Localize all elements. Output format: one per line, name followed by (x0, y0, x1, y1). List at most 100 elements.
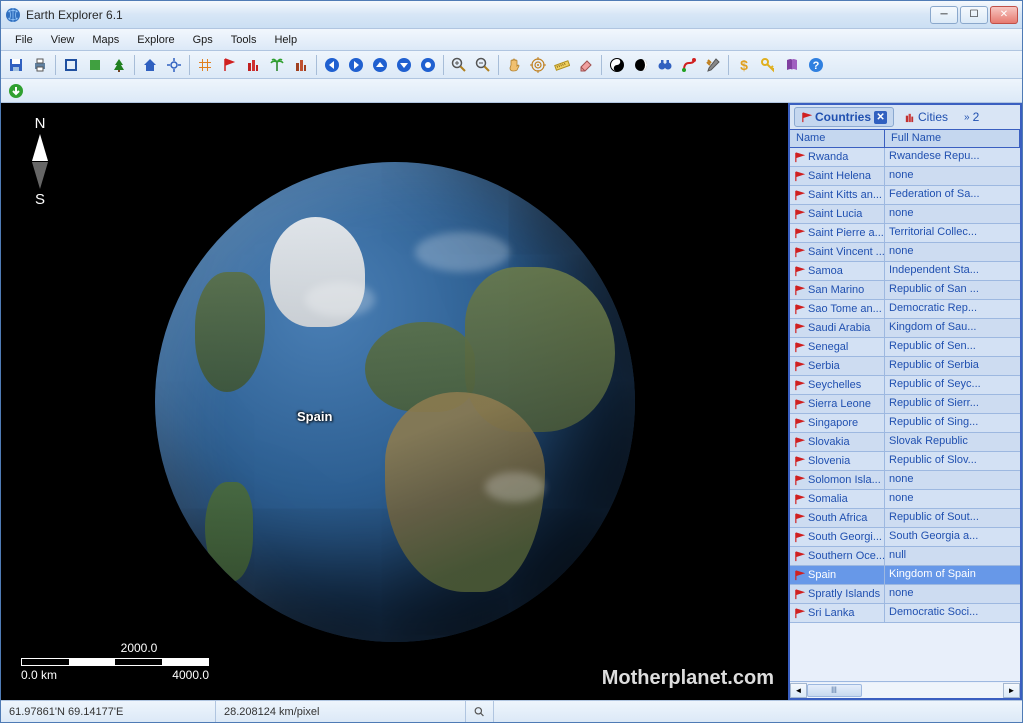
country-fullname-cell: Republic of Sierr... (885, 395, 1020, 413)
scroll-left-button[interactable]: ◄ (790, 683, 807, 698)
scroll-right-button[interactable]: ► (1003, 683, 1020, 698)
download-icon[interactable] (5, 80, 27, 102)
tree-icon[interactable] (108, 54, 130, 76)
country-name-cell: Saudi Arabia (790, 319, 885, 337)
map-viewport[interactable]: Spain N S 2000.0 0.0 km 4000.0 Motherpla… (1, 103, 788, 700)
country-name-cell: Slovakia (790, 433, 885, 451)
book-icon[interactable] (781, 54, 803, 76)
horizontal-scrollbar[interactable]: ◄ Ⅲ ► (790, 681, 1020, 698)
menu-help[interactable]: Help (266, 31, 305, 49)
yinyang-icon[interactable] (606, 54, 628, 76)
print-icon[interactable] (29, 54, 51, 76)
minimize-button[interactable]: ─ (930, 6, 958, 24)
panel-tab-countries[interactable]: Countries✕ (794, 107, 894, 127)
menu-tools[interactable]: Tools (223, 31, 265, 49)
dollar-icon[interactable]: $ (733, 54, 755, 76)
tools-icon[interactable] (702, 54, 724, 76)
help-icon[interactable]: ? (805, 54, 827, 76)
country-row[interactable]: Saint Vincent ...none (790, 243, 1020, 262)
panel-tab-cities[interactable]: Cities (898, 108, 954, 126)
country-row[interactable]: Sao Tome an...Democratic Rep... (790, 300, 1020, 319)
locate-icon[interactable] (163, 54, 185, 76)
eraser-icon[interactable] (575, 54, 597, 76)
layer-icon[interactable] (84, 54, 106, 76)
cloud (485, 472, 545, 502)
panel-column-headers: Name Full Name (790, 129, 1020, 148)
home-icon[interactable] (139, 54, 161, 76)
moon-icon[interactable] (630, 54, 652, 76)
country-row[interactable]: Saint Helenanone (790, 167, 1020, 186)
flag-icon (794, 399, 805, 410)
flag-red-icon[interactable] (218, 54, 240, 76)
country-row[interactable]: Spratly Islandsnone (790, 585, 1020, 604)
key-icon[interactable] (757, 54, 779, 76)
statusbar: 61.97861'N 69.14177'E 28.208124 km/pixel (1, 700, 1022, 722)
scroll-track[interactable]: Ⅲ (807, 683, 1003, 698)
country-row[interactable]: SingaporeRepublic of Sing... (790, 414, 1020, 433)
country-row[interactable]: SloveniaRepublic of Slov... (790, 452, 1020, 471)
country-row[interactable]: South Georgi...South Georgia a... (790, 528, 1020, 547)
target-icon[interactable] (527, 54, 549, 76)
country-row[interactable]: SerbiaRepublic of Serbia (790, 357, 1020, 376)
route-icon[interactable] (678, 54, 700, 76)
country-row[interactable]: SamoaIndependent Sta... (790, 262, 1020, 281)
scroll-thumb[interactable]: Ⅲ (807, 684, 862, 697)
grid-icon[interactable] (194, 54, 216, 76)
country-row[interactable]: Saudi ArabiaKingdom of Sau... (790, 319, 1020, 338)
save-icon[interactable] (5, 54, 27, 76)
city-icon[interactable] (290, 54, 312, 76)
maximize-button[interactable]: ☐ (960, 6, 988, 24)
country-name-cell: South Africa (790, 509, 885, 527)
country-row[interactable]: Saint Pierre a...Territorial Collec... (790, 224, 1020, 243)
country-fullname-cell: Republic of Sen... (885, 338, 1020, 356)
country-row[interactable]: Sierra LeoneRepublic of Sierr... (790, 395, 1020, 414)
country-list[interactable]: RwandaRwandese Repu...Saint HelenanoneSa… (790, 148, 1020, 681)
country-fullname-cell: Kingdom of Sau... (885, 319, 1020, 337)
toolbar-separator (443, 55, 444, 75)
country-row[interactable]: Saint Kitts an...Federation of Sa... (790, 186, 1020, 205)
country-row[interactable]: Solomon Isla...none (790, 471, 1020, 490)
menu-maps[interactable]: Maps (84, 31, 127, 49)
menu-view[interactable]: View (43, 31, 83, 49)
country-row[interactable]: RwandaRwandese Repu... (790, 148, 1020, 167)
country-name-cell: San Marino (790, 281, 885, 299)
nav-right-icon[interactable] (345, 54, 367, 76)
app-window: Earth Explorer 6.1 ─ ☐ ✕ FileViewMapsExp… (0, 0, 1023, 723)
status-zoom-icon[interactable] (466, 701, 494, 722)
zoom-in-icon[interactable] (448, 54, 470, 76)
nav-down-icon[interactable] (393, 54, 415, 76)
country-row[interactable]: South AfricaRepublic of Sout... (790, 509, 1020, 528)
nav-left-icon[interactable] (321, 54, 343, 76)
binoculars-icon[interactable] (654, 54, 676, 76)
close-button[interactable]: ✕ (990, 6, 1018, 24)
country-row[interactable]: Saint Lucianone (790, 205, 1020, 224)
country-row[interactable]: SeychellesRepublic of Seyc... (790, 376, 1020, 395)
tab-close-button[interactable]: ✕ (874, 111, 887, 124)
fullscreen-icon[interactable] (60, 54, 82, 76)
hand-icon[interactable] (503, 54, 525, 76)
country-row[interactable]: Southern Oce...null (790, 547, 1020, 566)
menu-file[interactable]: File (7, 31, 41, 49)
country-fullname-cell: South Georgia a... (885, 528, 1020, 546)
menu-explore[interactable]: Explore (129, 31, 182, 49)
country-fullname-cell: Federation of Sa... (885, 186, 1020, 204)
country-row[interactable]: San MarinoRepublic of San ... (790, 281, 1020, 300)
country-row[interactable]: SpainKingdom of Spain (790, 566, 1020, 585)
ruler-icon[interactable] (551, 54, 573, 76)
country-row[interactable]: Somalianone (790, 490, 1020, 509)
nav-center-icon[interactable] (417, 54, 439, 76)
nav-up-icon[interactable] (369, 54, 391, 76)
column-header-name[interactable]: Name (790, 130, 885, 147)
country-row[interactable]: Sri LankaDemocratic Soci... (790, 604, 1020, 623)
country-row[interactable]: SenegalRepublic of Sen... (790, 338, 1020, 357)
menu-gps[interactable]: Gps (185, 31, 221, 49)
country-row[interactable]: SlovakiaSlovak Republic (790, 433, 1020, 452)
scale-bar-graphic (21, 658, 209, 666)
map-country-label: Spain (297, 409, 332, 424)
panel-tab-2[interactable]: »2 (958, 108, 985, 126)
palm-icon[interactable] (266, 54, 288, 76)
city-red-icon[interactable] (242, 54, 264, 76)
column-header-fullname[interactable]: Full Name (885, 130, 1020, 147)
country-name-cell: Slovenia (790, 452, 885, 470)
zoom-out-icon[interactable] (472, 54, 494, 76)
